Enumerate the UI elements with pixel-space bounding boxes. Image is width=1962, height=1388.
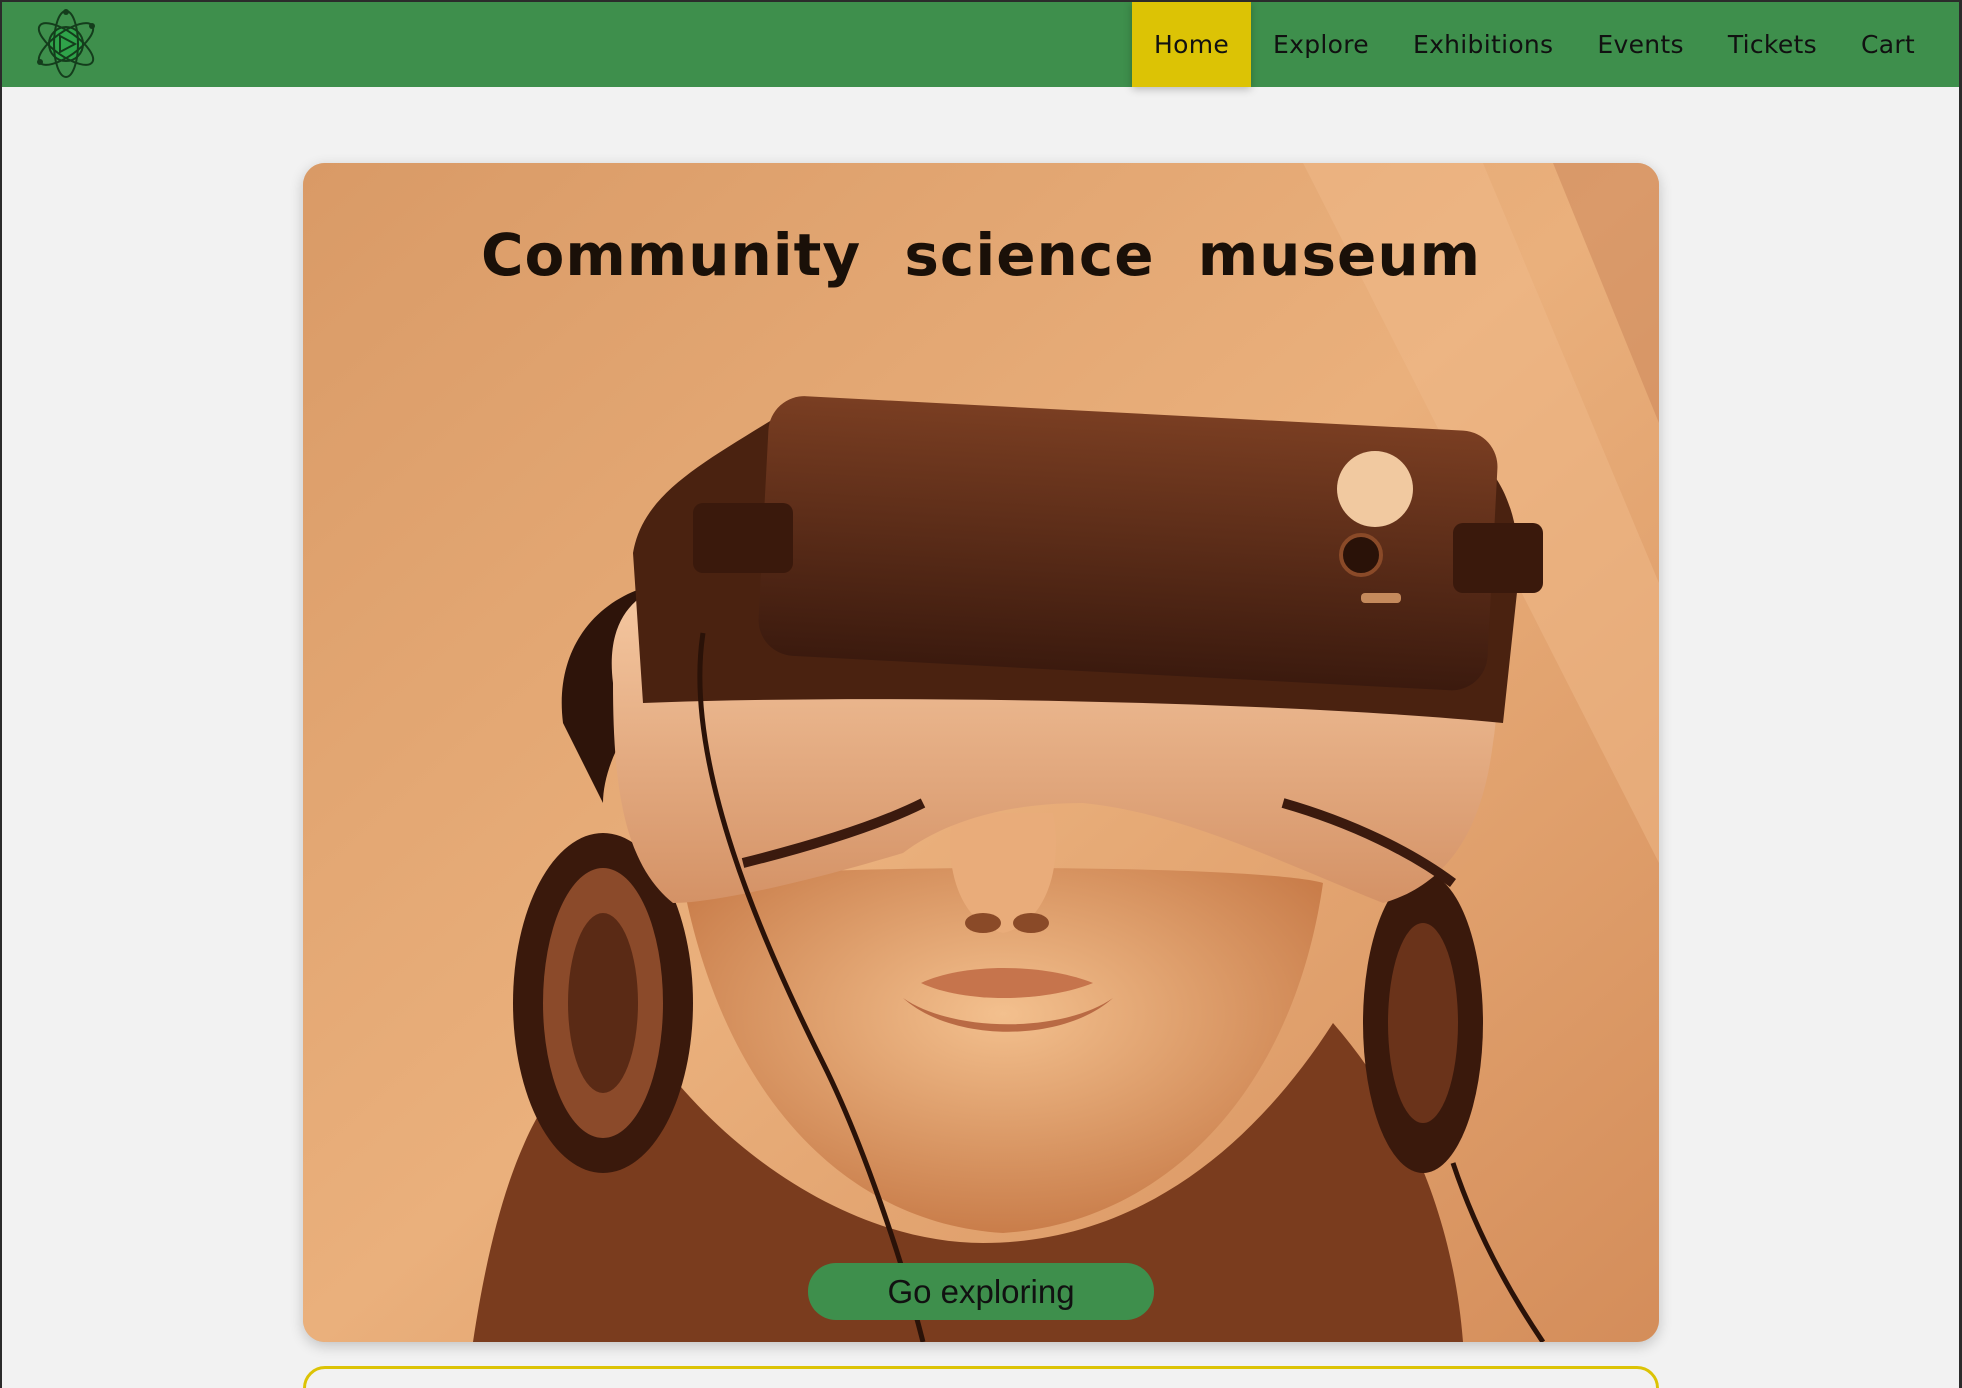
nav-events[interactable]: Events (1575, 2, 1705, 87)
navbar: Home Explore Exhibitions Events Tickets … (2, 2, 1959, 87)
main-nav: Home Explore Exhibitions Events Tickets … (1132, 2, 1959, 87)
hero-card: Community science museum Go exploring (303, 163, 1659, 1342)
nav-explore[interactable]: Explore (1251, 2, 1391, 87)
nav-home[interactable]: Home (1132, 2, 1252, 87)
hero-image-vr-headset (303, 163, 1659, 1342)
next-section-card (303, 1366, 1659, 1388)
go-exploring-button[interactable]: Go exploring (808, 1263, 1154, 1320)
atom-logo-icon[interactable] (30, 6, 102, 82)
nav-exhibitions[interactable]: Exhibitions (1391, 2, 1575, 87)
page: Home Explore Exhibitions Events Tickets … (2, 2, 1959, 1388)
nav-tickets[interactable]: Tickets (1706, 2, 1839, 87)
nav-cart[interactable]: Cart (1839, 2, 1959, 87)
hero-title: Community science museum (480, 221, 1482, 289)
